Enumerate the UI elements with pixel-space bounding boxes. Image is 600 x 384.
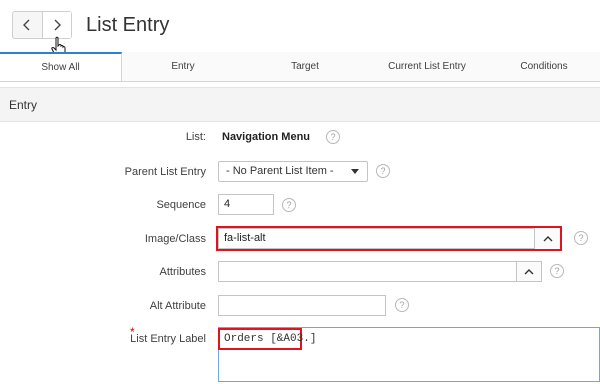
chevron-left-icon: [23, 19, 30, 31]
caret-down-icon: [351, 169, 359, 174]
attributes-input[interactable]: [218, 261, 542, 282]
record-navigation: [12, 11, 72, 39]
sequence-label: Sequence: [156, 199, 206, 211]
parent-list-entry-value: - No Parent List Item -: [226, 165, 334, 177]
tab-show-all[interactable]: Show All: [0, 52, 122, 81]
chevron-up-icon: [524, 269, 534, 275]
help-icon[interactable]: ?: [395, 298, 409, 312]
help-icon[interactable]: ?: [550, 264, 564, 278]
list-label: List:: [185, 131, 206, 143]
parent-list-entry-label: Parent List Entry: [124, 166, 206, 178]
tab-current-list-entry[interactable]: Current List Entry: [366, 52, 488, 81]
chevron-right-icon: [54, 19, 61, 31]
region-tabs: Show All Entry Target Current List Entry…: [0, 52, 600, 82]
parent-list-entry-select[interactable]: - No Parent List Item -: [218, 161, 368, 182]
sequence-input[interactable]: 4: [218, 194, 274, 215]
image-class-label: Image/Class: [144, 233, 206, 245]
page-title: List Entry: [86, 14, 170, 36]
alt-attribute-label: Alt Attribute: [149, 300, 206, 312]
list-value: Navigation Menu: [222, 131, 311, 143]
next-button[interactable]: [41, 12, 71, 38]
list-entry-label-value: Orders [&A03.]: [224, 333, 317, 345]
attributes-label: Attributes: [159, 266, 206, 278]
tab-conditions[interactable]: Conditions: [488, 52, 600, 81]
tab-entry[interactable]: Entry: [122, 52, 244, 81]
list-entry-label-label: List Entry Label: [130, 333, 206, 345]
help-icon[interactable]: ?: [326, 130, 340, 144]
section-title: Entry: [9, 98, 38, 112]
alt-attribute-input[interactable]: [218, 295, 386, 316]
help-icon[interactable]: ?: [376, 164, 390, 178]
help-icon[interactable]: ?: [282, 198, 296, 212]
help-icon[interactable]: ?: [574, 231, 588, 245]
tab-target[interactable]: Target: [244, 52, 366, 81]
previous-button[interactable]: [13, 12, 42, 38]
section-header: Entry: [0, 87, 600, 122]
highlight-box: [216, 226, 562, 251]
attributes-popup-button[interactable]: [516, 261, 542, 282]
page-header: List Entry: [0, 0, 600, 58]
